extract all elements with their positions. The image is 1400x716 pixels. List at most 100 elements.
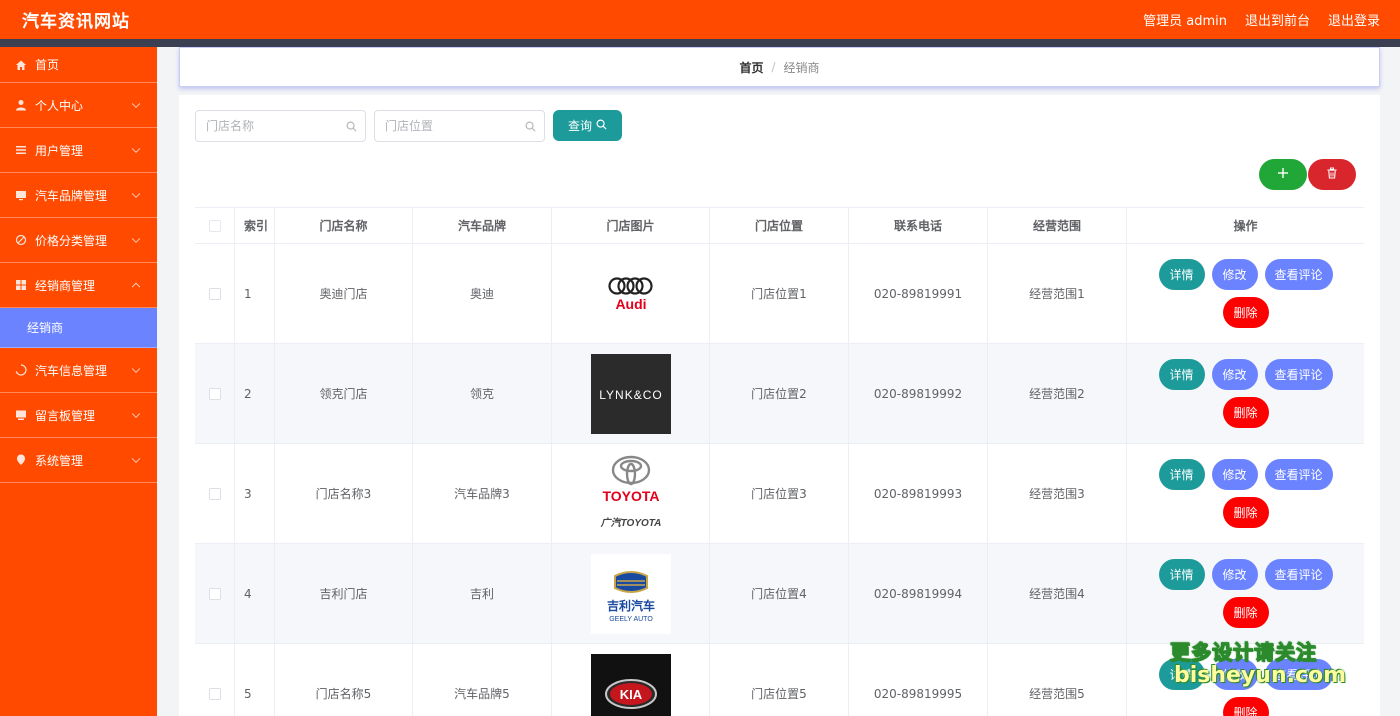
- row-store-name: 吉利门店: [275, 544, 413, 643]
- logout-link[interactable]: 退出登录: [1328, 10, 1380, 29]
- sidebar-item-dealers[interactable]: 经销商管理: [0, 263, 157, 308]
- detail-button[interactable]: 详情: [1158, 659, 1205, 690]
- view-reviews-button[interactable]: 查看评论: [1264, 559, 1333, 590]
- row-phone: 020-89819994: [849, 544, 988, 643]
- store-location-input[interactable]: [385, 119, 515, 133]
- dealer-table: 索引 门店名称 汽车品牌 门店图片 门店位置 联系电话 经营范围 操作 1 奥迪…: [195, 207, 1364, 716]
- geely-logo-text: 吉利汽车: [606, 598, 654, 613]
- view-reviews-button[interactable]: 查看评论: [1264, 259, 1333, 290]
- row-checkbox[interactable]: [208, 687, 221, 700]
- row-business-scope: 经营范围5: [988, 644, 1127, 716]
- sidebar-item-system[interactable]: 系统管理: [0, 438, 157, 483]
- header-business-scope: 经营范围: [988, 208, 1127, 243]
- sidebar-item-label: 汽车信息管理: [35, 363, 108, 378]
- view-reviews-button[interactable]: 查看评论: [1264, 659, 1333, 690]
- back-to-front-link[interactable]: 退出到前台: [1245, 10, 1310, 29]
- edit-button[interactable]: 修改: [1211, 359, 1258, 390]
- batch-delete-button[interactable]: [1308, 159, 1356, 190]
- row-checkbox[interactable]: [208, 487, 221, 500]
- topbar-actions: 管理员 admin 退出到前台 退出登录: [1143, 10, 1380, 29]
- detail-button[interactable]: 详情: [1158, 359, 1205, 390]
- chevron-down-icon: [131, 99, 141, 109]
- delete-button[interactable]: 删除: [1222, 697, 1269, 716]
- toyota-logo-subtext: 广汽TOYOTA: [599, 517, 661, 529]
- chevron-down-icon: [131, 364, 141, 374]
- chevron-down-icon: [131, 234, 141, 244]
- row-phone: 020-89819993: [849, 444, 988, 543]
- row-checkbox[interactable]: [208, 387, 221, 400]
- sidebar-item-message-board[interactable]: 留言板管理: [0, 393, 157, 438]
- row-checkbox[interactable]: [208, 587, 221, 600]
- detail-button[interactable]: 详情: [1158, 459, 1205, 490]
- table-row: 2 领克门店 领克 LYNK&CO 门店位置2 020-89819992 经营范…: [195, 344, 1364, 444]
- sidebar-item-label: 留言板管理: [35, 408, 96, 423]
- sidebar-item-label: 价格分类管理: [35, 233, 108, 248]
- header-store-name: 门店名称: [275, 208, 413, 243]
- geely-logo-subtext: GEELY AUTO: [609, 616, 653, 623]
- sidebar-item-users[interactable]: 用户管理: [0, 128, 157, 173]
- row-business-scope: 经营范围2: [988, 344, 1127, 443]
- audi-logo-text: Audi: [615, 296, 646, 312]
- chevron-down-icon: [131, 189, 141, 199]
- lynkco-logo: LYNK&CO: [590, 353, 671, 434]
- sidebar-item-label: 系统管理: [35, 453, 84, 468]
- edit-button[interactable]: 修改: [1211, 559, 1258, 590]
- table-row: 1 奥迪门店 奥迪 Audi 门店位置1 020-89819991 经营范围1: [195, 244, 1364, 344]
- sidebar-item-price-categories[interactable]: 价格分类管理: [0, 218, 157, 263]
- add-button[interactable]: [1259, 159, 1307, 190]
- view-reviews-button[interactable]: 查看评论: [1264, 359, 1333, 390]
- chevron-down-icon: [131, 144, 141, 154]
- trash-icon: [1326, 167, 1338, 182]
- delete-button[interactable]: 删除: [1222, 497, 1269, 528]
- row-checkbox[interactable]: [208, 287, 221, 300]
- view-reviews-button[interactable]: 查看评论: [1264, 459, 1333, 490]
- sidebar-item-car-brands[interactable]: 汽车品牌管理: [0, 173, 157, 218]
- edit-button[interactable]: 修改: [1211, 459, 1258, 490]
- store-location-search: [374, 110, 545, 142]
- store-name-input[interactable]: [206, 119, 336, 133]
- row-car-brand: 汽车品牌3: [413, 444, 552, 543]
- row-store-name: 奥迪门店: [275, 244, 413, 343]
- row-store-location: 门店位置2: [710, 344, 849, 443]
- sidebar-subitem-dealer[interactable]: 经销商: [0, 308, 157, 348]
- row-index: 2: [235, 344, 275, 443]
- table-row: 3 门店名称3 汽车品牌3 TOYOTA 广汽TOYOTA 门店位置3 020-…: [195, 444, 1364, 544]
- sidebar-item-label: 用户管理: [35, 143, 84, 158]
- sidebar-item-home[interactable]: 首页: [0, 47, 157, 83]
- delete-button[interactable]: 删除: [1222, 297, 1269, 328]
- row-index: 1: [235, 244, 275, 343]
- detail-button[interactable]: 详情: [1158, 559, 1205, 590]
- row-select: [195, 444, 235, 543]
- monitor-icon: [14, 188, 28, 202]
- breadcrumb-home[interactable]: 首页: [739, 59, 763, 76]
- row-actions: 详情 修改 查看评论 删除: [1127, 344, 1364, 443]
- row-store-location: 门店位置4: [710, 544, 849, 643]
- row-select: [195, 544, 235, 643]
- header-select-all: [195, 208, 235, 243]
- edit-button[interactable]: 修改: [1211, 659, 1258, 690]
- sidebar-item-car-info[interactable]: 汽车信息管理: [0, 348, 157, 393]
- delete-button[interactable]: 删除: [1222, 597, 1269, 628]
- search-icon: [346, 121, 357, 135]
- site-title: 汽车资讯网站: [22, 12, 130, 32]
- select-all-checkbox[interactable]: [208, 219, 221, 232]
- breadcrumb: 首页 / 经销商: [179, 47, 1380, 87]
- edit-button[interactable]: 修改: [1211, 259, 1258, 290]
- plus-icon: [1277, 167, 1289, 182]
- row-car-brand: 奥迪: [413, 244, 552, 343]
- search-icon: [596, 119, 607, 133]
- row-actions: 详情 修改 查看评论 删除: [1127, 244, 1364, 343]
- kia-logo: KIA: [590, 653, 671, 716]
- top-bar: 汽车资讯网站 管理员 admin 退出到前台 退出登录: [0, 0, 1400, 39]
- row-store-name: 门店名称3: [275, 444, 413, 543]
- breadcrumb-current: 经销商: [783, 60, 820, 75]
- audi-logo: Audi: [590, 253, 671, 334]
- table-row: 4 吉利门店 吉利 吉利汽车 GEELY AUTO 门店位置4 020-8981…: [195, 544, 1364, 644]
- toyota-logo-text: TOYOTA: [602, 488, 659, 504]
- row-phone: 020-89819995: [849, 644, 988, 716]
- row-actions: 详情 修改 查看评论 删除: [1127, 544, 1364, 643]
- query-button[interactable]: 查询: [553, 110, 622, 141]
- detail-button[interactable]: 详情: [1158, 259, 1205, 290]
- sidebar-item-profile[interactable]: 个人中心: [0, 83, 157, 128]
- delete-button[interactable]: 删除: [1222, 397, 1269, 428]
